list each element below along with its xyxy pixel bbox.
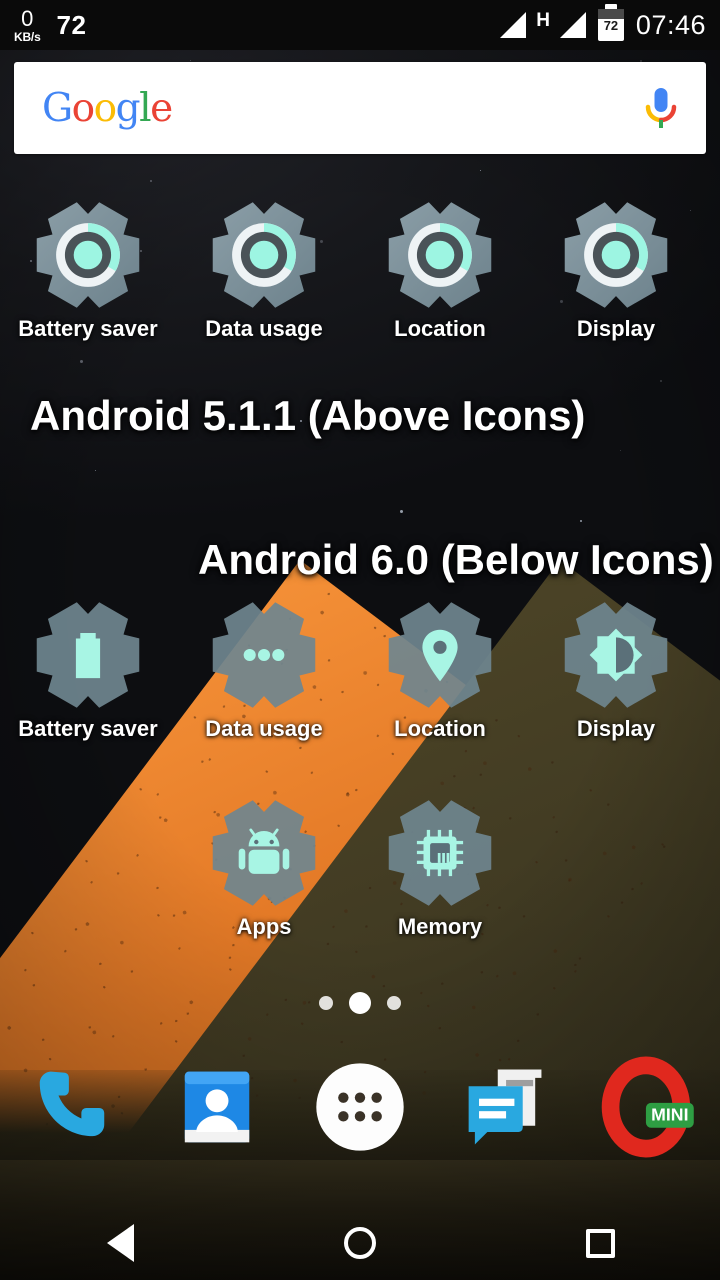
home-circle-icon — [344, 1227, 376, 1259]
network-speed-unit: KB/s — [14, 29, 41, 44]
dock-item-apps[interactable] — [288, 1055, 432, 1159]
settings-gear-icon — [212, 202, 316, 308]
icon-row-marshmallow-1: Battery saver Data usage Location Displa… — [0, 600, 720, 742]
pin-gear-icon — [388, 602, 492, 708]
heading-android-marshmallow: Android 6.0 (Below Icons) — [198, 536, 714, 583]
nav-home-button[interactable] — [240, 1227, 480, 1259]
icon-label: Battery saver — [18, 316, 158, 341]
heading-android-lollipop: Android 5.1.1 (Above Icons) — [30, 392, 586, 439]
icon-label: Apps — [236, 914, 292, 939]
chip-gear-icon — [388, 800, 492, 906]
page-dot[interactable] — [319, 996, 333, 1010]
signal-bars-icon-sim1 — [500, 12, 527, 38]
back-triangle-icon — [106, 1224, 134, 1262]
dock-icon-art — [164, 1055, 268, 1159]
nav-recents-button[interactable] — [480, 1228, 720, 1258]
svg-text:MINI: MINI — [651, 1105, 688, 1125]
icon-art — [385, 200, 495, 310]
battery-icon: 72 — [597, 4, 624, 41]
phone-icon — [39, 1071, 105, 1137]
status-bar-right: H 72 07:46 — [500, 4, 706, 41]
icon-art — [561, 600, 671, 710]
icon-art — [561, 200, 671, 310]
dock-icon-art: MINI — [596, 1055, 700, 1159]
dock-icon-art — [308, 1055, 412, 1159]
battery-level-text: 72 — [603, 17, 619, 33]
brightness-gear-icon — [564, 602, 668, 708]
icon-label: Battery saver — [18, 716, 158, 741]
navigation-bar — [0, 1206, 720, 1280]
dock: MINI — [0, 1052, 720, 1162]
icon-art — [33, 200, 143, 310]
page-dot-active[interactable] — [349, 992, 371, 1014]
home-icon-location[interactable]: Location — [352, 600, 528, 742]
icon-art — [209, 200, 319, 310]
icon-art — [385, 798, 495, 908]
home-icon-memory[interactable]: Memory — [352, 798, 528, 940]
home-icon-data-usage[interactable]: Data usage — [176, 200, 352, 342]
network-speed-value: 0 — [21, 5, 34, 31]
google-search-bar[interactable]: Google — [14, 62, 706, 154]
icon-art — [385, 600, 495, 710]
status-bar-left: 0 KB/s 72 — [14, 5, 87, 44]
nav-back-button[interactable] — [0, 1224, 240, 1262]
icon-row-marshmallow-2: Apps Memory — [0, 798, 720, 940]
icon-label: Display — [576, 716, 656, 741]
icon-label: Location — [394, 716, 486, 741]
android-gear-icon — [212, 800, 316, 906]
dock-icon-art — [452, 1055, 556, 1159]
mic-arc — [645, 104, 677, 128]
status-bar-clock: 07:46 — [635, 9, 706, 40]
home-icon-display[interactable]: Display — [528, 200, 704, 342]
icon-label: Location — [394, 316, 486, 341]
icon-label: Display — [576, 316, 656, 341]
home-icon-battery-saver[interactable]: Battery saver — [0, 600, 176, 742]
battery-gear-icon — [36, 602, 140, 708]
messages-icon — [468, 1069, 542, 1145]
status-bar[interactable]: 0 KB/s 72 H 72 07:46 — [0, 0, 720, 50]
network-type-label: H — [536, 10, 550, 31]
signal-bars-icon-sim2 — [559, 12, 586, 38]
dock-item-messages[interactable] — [432, 1055, 576, 1159]
settings-gear-icon — [36, 202, 140, 308]
page-indicator — [0, 992, 720, 1014]
home-icon-battery-saver[interactable]: Battery saver — [0, 200, 176, 342]
google-logo: Google — [42, 85, 173, 131]
settings-gear-icon — [388, 202, 492, 308]
home-icon-data-usage[interactable]: Data usage — [176, 600, 352, 742]
icon-art — [33, 600, 143, 710]
app-drawer-icon — [316, 1063, 404, 1151]
icon-art — [209, 600, 319, 710]
page-dot[interactable] — [387, 996, 401, 1010]
settings-gear-icon — [564, 202, 668, 308]
dots-gear-icon — [212, 602, 316, 708]
network-speed-indicator: 0 KB/s — [14, 5, 41, 44]
icon-art — [209, 798, 319, 908]
icon-row-lollipop: Battery saver Data usage Location Displa… — [0, 200, 720, 342]
icon-label: Memory — [397, 914, 483, 939]
home-icon-apps[interactable]: Apps — [176, 798, 352, 940]
opera-mini-icon: MINI — [601, 1056, 694, 1158]
icon-label: Data usage — [205, 716, 323, 741]
microphone-icon[interactable] — [644, 86, 678, 130]
recents-square-icon — [585, 1228, 615, 1258]
home-icon-location[interactable]: Location — [352, 200, 528, 342]
icon-label: Data usage — [205, 316, 323, 341]
home-icon-display[interactable]: Display — [528, 600, 704, 742]
dock-item-contacts[interactable] — [144, 1055, 288, 1159]
contacts-icon — [184, 1071, 250, 1143]
dock-item-opera-mini[interactable]: MINI — [576, 1055, 720, 1159]
notification-count: 72 — [56, 9, 87, 40]
dock-item-phone[interactable] — [0, 1055, 144, 1159]
dock-icon-art — [20, 1055, 124, 1159]
